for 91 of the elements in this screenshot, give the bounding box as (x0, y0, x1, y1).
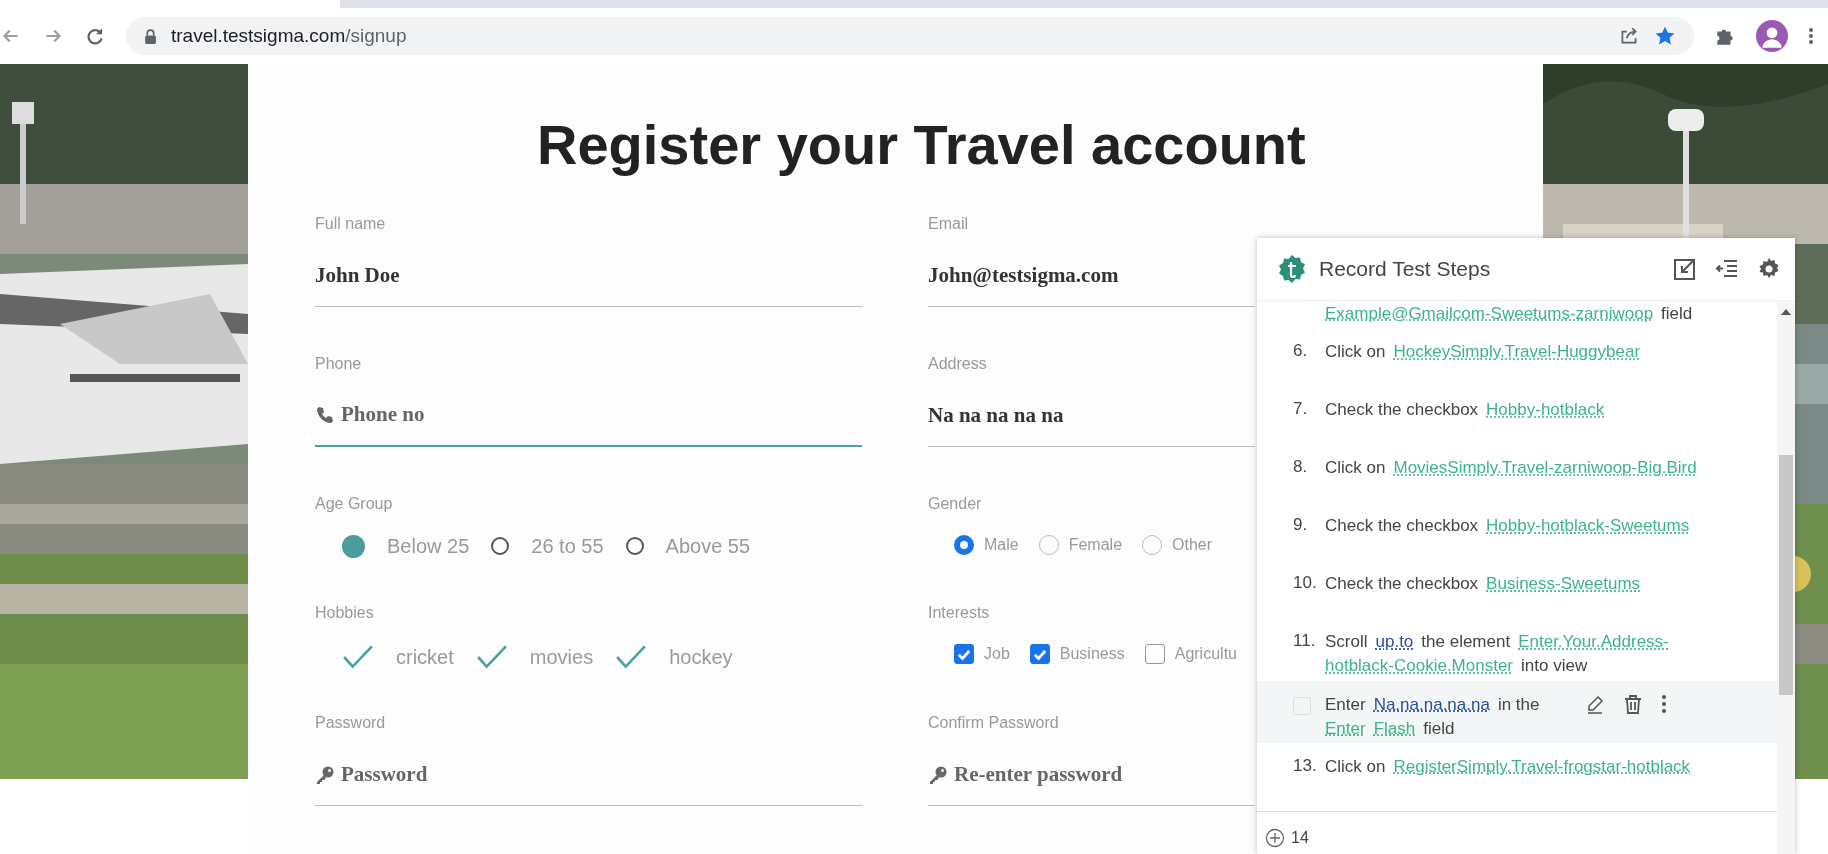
value-link[interactable]: up.to (1375, 631, 1414, 654)
option-label: Other (1172, 535, 1213, 554)
step-text: into view (1521, 655, 1588, 678)
element-link[interactable]: Enter.Your.Address- (1518, 631, 1669, 654)
step-number: 8. (1293, 457, 1309, 478)
step-number: 9. (1293, 515, 1309, 536)
logo-icon (1277, 254, 1307, 284)
field-label: Hobbies (315, 604, 375, 624)
field-label: Gender (928, 494, 983, 514)
step-text: Click on (1325, 341, 1386, 364)
element-link[interactable]: Hobby-hotblack-Sweetums (1486, 515, 1690, 538)
address-bar[interactable]: travel.testsigma.com/signup (126, 17, 1694, 55)
option-label: movies (529, 645, 594, 669)
field-label: Full name (315, 215, 387, 234)
more-icon[interactable] (1661, 693, 1667, 714)
field-label: Address (928, 354, 988, 374)
field-label: Interests (928, 604, 991, 624)
field-label: Email (928, 215, 969, 234)
avatar-icon[interactable] (1756, 20, 1788, 52)
step-number: 13. (1293, 756, 1318, 776)
checkmark-icon[interactable] (475, 644, 508, 671)
element-link[interactable]: Flash (1373, 717, 1416, 740)
step-text: Enter (1325, 693, 1366, 716)
radio-button[interactable] (625, 537, 644, 556)
step-number: 6. (1293, 341, 1309, 362)
element-link[interactable]: MoviesSimply.Travel-zarniwoop-Big.Bird (1393, 457, 1697, 480)
url-text: travel.testsigma.com/signup (171, 25, 407, 47)
phone-icon (315, 404, 335, 425)
input-field[interactable]: Phone no (315, 384, 862, 447)
option-label: hockey (669, 645, 733, 669)
step-number: 10. (1293, 573, 1318, 594)
element-link[interactable]: Business-Sweetums (1486, 573, 1641, 596)
step-text: field (1423, 717, 1455, 740)
input-field[interactable]: Na na na na na (928, 384, 1255, 447)
input-field[interactable]: Re-enter password (928, 744, 1255, 807)
option-label: Female (1068, 535, 1123, 554)
step-number: 14 (1291, 829, 1309, 847)
lock-icon (144, 28, 157, 44)
element-link[interactable]: HockeySimply.Travel-Huggybear (1393, 341, 1641, 364)
checkmark-icon[interactable] (615, 644, 648, 671)
element-link[interactable]: hotblack-Cookie.Monster (1325, 655, 1514, 678)
step-text: Scroll (1325, 631, 1368, 654)
step-text: in the (1497, 693, 1540, 716)
element-link[interactable]: Example@Gmailcom-Sweetums-zarniwoop (1325, 303, 1654, 325)
input-field[interactable]: John@testsigma.com (928, 245, 1255, 307)
page-title: Register your Travel account (537, 112, 1307, 177)
step-text: Check the checkbox (1325, 515, 1479, 538)
checkmark-icon[interactable] (342, 644, 374, 671)
element-link[interactable]: Enter (1325, 717, 1366, 740)
step-text: the element (1421, 631, 1511, 654)
scroll-up-icon[interactable] (1781, 309, 1791, 315)
field-label: Password (315, 714, 387, 734)
key-icon (928, 764, 948, 785)
option-label: Agricultu (1174, 645, 1237, 664)
element-link[interactable]: Hobby-hotblack (1486, 399, 1605, 422)
star-icon[interactable] (1654, 25, 1676, 47)
step-number: 7. (1293, 399, 1309, 420)
option-label: Business (1059, 645, 1125, 664)
step-text: Click on (1325, 756, 1386, 778)
key-icon (315, 764, 335, 785)
input-field[interactable]: John Doe (315, 245, 862, 307)
option-label: Below 25 (387, 534, 470, 558)
option-label: cricket (396, 645, 454, 669)
scrollbar[interactable] (1777, 301, 1795, 854)
option-label: Male (984, 535, 1019, 554)
step-number: 11. (1293, 631, 1317, 652)
radio-button[interactable] (491, 537, 510, 556)
checkbox[interactable] (954, 644, 974, 665)
step-text: Check the checkbox (1325, 399, 1479, 422)
add-icon[interactable] (1265, 828, 1285, 848)
step-text: Click on (1325, 457, 1386, 480)
radio-button[interactable] (342, 534, 365, 558)
option-label: Above 55 (665, 534, 751, 558)
pencil-icon[interactable] (1585, 693, 1605, 714)
checkbox[interactable] (1029, 644, 1050, 665)
checkbox[interactable] (1144, 644, 1165, 665)
element-link[interactable]: RegisterSimply.Travel-frogstar-hotblack (1393, 756, 1691, 778)
radio-button[interactable] (954, 534, 974, 555)
menu-icon[interactable] (1808, 26, 1814, 46)
value-link[interactable]: Na.na.na.na.na (1373, 693, 1490, 716)
field-label: Phone (315, 354, 363, 374)
field-label: Age Group (315, 494, 394, 514)
option-label: 26 to 55 (531, 534, 604, 558)
field-label: Confirm Password (928, 714, 1060, 734)
trash-icon[interactable] (1623, 693, 1643, 714)
edit-box-icon[interactable] (1673, 257, 1697, 281)
step-text: field (1661, 303, 1693, 325)
step-text: Check the checkbox (1325, 573, 1479, 596)
option-label: Job (984, 645, 1010, 664)
panel-title: Record Test Steps (1319, 257, 1491, 281)
input-field[interactable]: Password (315, 744, 862, 807)
